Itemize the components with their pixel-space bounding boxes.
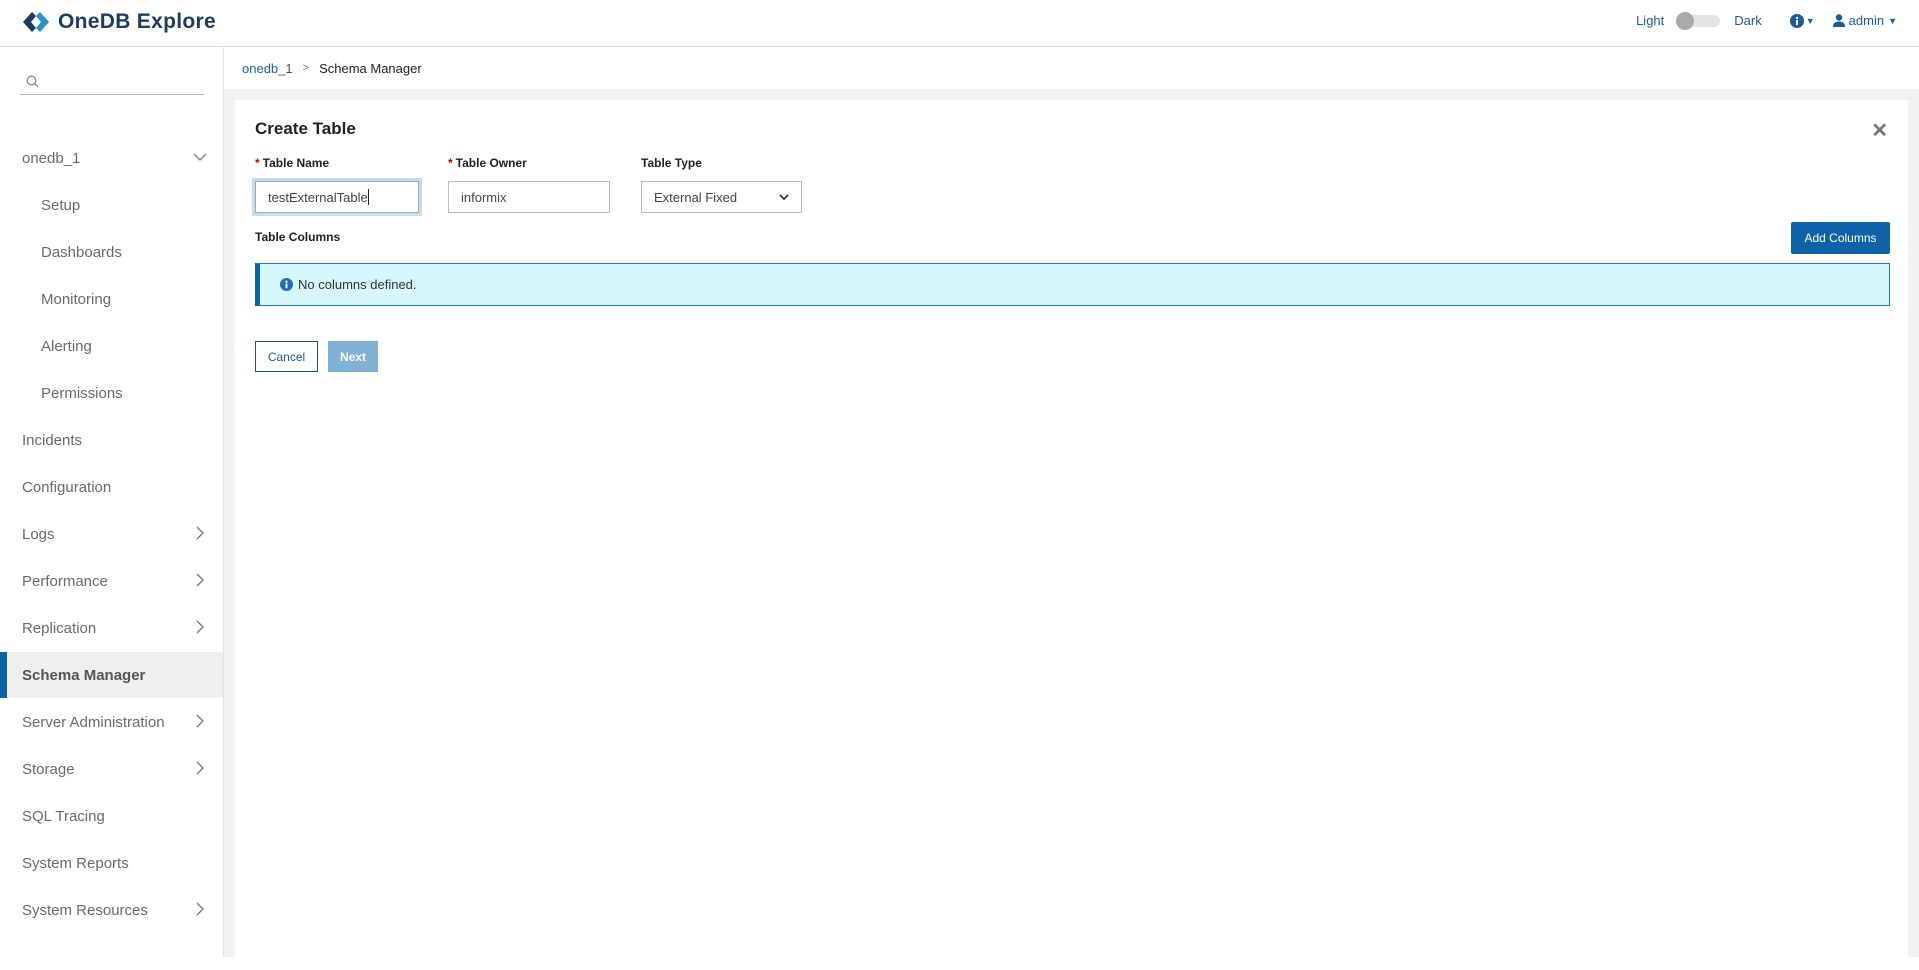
sidebar-item-replication[interactable]: Replication: [0, 605, 223, 651]
table-owner-label: * Table Owner: [448, 156, 527, 170]
sidebar-item-label: Permissions: [41, 384, 123, 402]
sidebar-item-performance[interactable]: Performance: [0, 558, 223, 604]
sidebar-item-permissions[interactable]: Permissions: [0, 370, 223, 416]
breadcrumb-current: Schema Manager: [319, 60, 422, 76]
sidebar-item-label: Monitoring: [41, 290, 112, 308]
sidebar-item-monitoring[interactable]: Monitoring: [0, 276, 223, 322]
sidebar-item-configuration[interactable]: Configuration: [0, 464, 223, 510]
sidebar-item-storage[interactable]: Storage: [0, 746, 223, 792]
main-content: Create Table ✕ * Table Name * Table Owner …: [224, 89, 1919, 970]
onedb-logo-icon: [23, 12, 49, 32]
sidebar-item-label: Incidents: [22, 431, 83, 449]
sidebar-item-label: Replication: [22, 619, 97, 637]
sidebar-item-logs[interactable]: Logs: [0, 511, 223, 557]
sidebar-item-sql-tracing[interactable]: SQL Tracing: [0, 793, 223, 839]
sidebar-item-label: Storage: [22, 760, 75, 778]
user-icon: [1832, 14, 1845, 27]
chevron-right-icon: [196, 526, 204, 540]
chevron-right-icon: [196, 620, 204, 634]
app-title: OneDB Explore: [58, 10, 216, 33]
theme-light-label: Light: [1636, 13, 1665, 28]
sidebar-item-label: Setup: [41, 196, 81, 214]
chevron-right-icon: [196, 902, 204, 916]
sidebar-item-system-resources[interactable]: System Resources: [0, 887, 223, 933]
sidebar-item-label: Logs: [22, 525, 55, 543]
info-icon: [280, 278, 293, 291]
caret-down-icon: ▼: [1805, 15, 1815, 26]
table-type-label: Table Type: [641, 156, 702, 170]
chevron-down-icon: [193, 153, 207, 161]
sidebar-item-label: System Reports: [22, 854, 129, 872]
table-owner-input[interactable]: informix: [448, 181, 610, 213]
close-icon[interactable]: ✕: [1871, 118, 1888, 143]
sidebar-item-label: Schema Manager: [22, 666, 146, 684]
sidebar-item-label: Alerting: [41, 337, 92, 355]
theme-dark-label: Dark: [1734, 13, 1762, 28]
sidebar-item-dashboards[interactable]: Dashboards: [0, 229, 223, 275]
cancel-button[interactable]: Cancel: [255, 341, 318, 372]
sidebar-item-schema-manager[interactable]: Schema Manager: [0, 652, 223, 698]
table-type-select[interactable]: External Fixed: [641, 181, 802, 213]
sidebar-search-input[interactable]: [20, 67, 204, 95]
table-columns-label: Table Columns: [255, 230, 341, 244]
user-name: admin: [1848, 13, 1885, 28]
sidebar-item-label: Server Administration: [22, 713, 165, 731]
sidebar-item-label: SQL Tracing: [22, 807, 105, 825]
info-icon: [1789, 13, 1804, 28]
sidebar-item-system-reports[interactable]: System Reports: [0, 840, 223, 886]
sidebar-item-setup[interactable]: Setup: [0, 182, 223, 228]
create-table-panel: Create Table ✕ * Table Name * Table Owner …: [235, 100, 1908, 970]
next-button[interactable]: Next: [328, 341, 378, 372]
breadcrumb-link-onedb[interactable]: onedb_1: [242, 61, 293, 76]
sidebar: onedb_1 Setup Dashboards Monitoring Alerting…: [0, 47, 224, 957]
table-name-label: * Table Name: [255, 156, 330, 170]
chevron-right-icon: [196, 761, 204, 775]
chevron-right-icon: [196, 573, 204, 587]
top-header: OneDB Explore Light Dark ▼ admin ▼: [0, 0, 1919, 47]
search-icon: [26, 75, 39, 88]
page-title: Create Table: [255, 119, 356, 138]
breadcrumb: onedb_1 > Schema Manager: [224, 47, 1919, 89]
sidebar-item-label: System Resources: [22, 901, 148, 919]
table-name-input[interactable]: testExternalTable: [255, 181, 419, 213]
breadcrumb-separator: >: [302, 62, 310, 74]
chevron-right-icon: [196, 714, 204, 728]
info-menu-button[interactable]: ▼: [1789, 13, 1815, 28]
sidebar-item-label: Configuration: [22, 478, 112, 496]
caret-down-icon: ▼: [1888, 15, 1897, 26]
sidebar-item-onedb-1[interactable]: onedb_1: [0, 135, 223, 181]
sidebar-item-alerting[interactable]: Alerting: [0, 323, 223, 369]
theme-toggle[interactable]: [1676, 11, 1721, 30]
add-columns-button[interactable]: Add Columns: [1791, 222, 1890, 254]
sidebar-item-label: Dashboards: [41, 243, 122, 261]
no-columns-alert: No columns defined.: [255, 263, 1890, 306]
chevron-down-icon: [779, 193, 789, 200]
sidebar-item-label: onedb_1: [22, 149, 81, 167]
sidebar-item-incidents[interactable]: Incidents: [0, 417, 223, 463]
sidebar-item-server-administration[interactable]: Server Administration: [0, 699, 223, 745]
sidebar-item-label: Performance: [22, 572, 108, 590]
user-menu-button[interactable]: admin ▼: [1832, 13, 1897, 28]
app-logo[interactable]: OneDB Explore: [22, 10, 216, 34]
